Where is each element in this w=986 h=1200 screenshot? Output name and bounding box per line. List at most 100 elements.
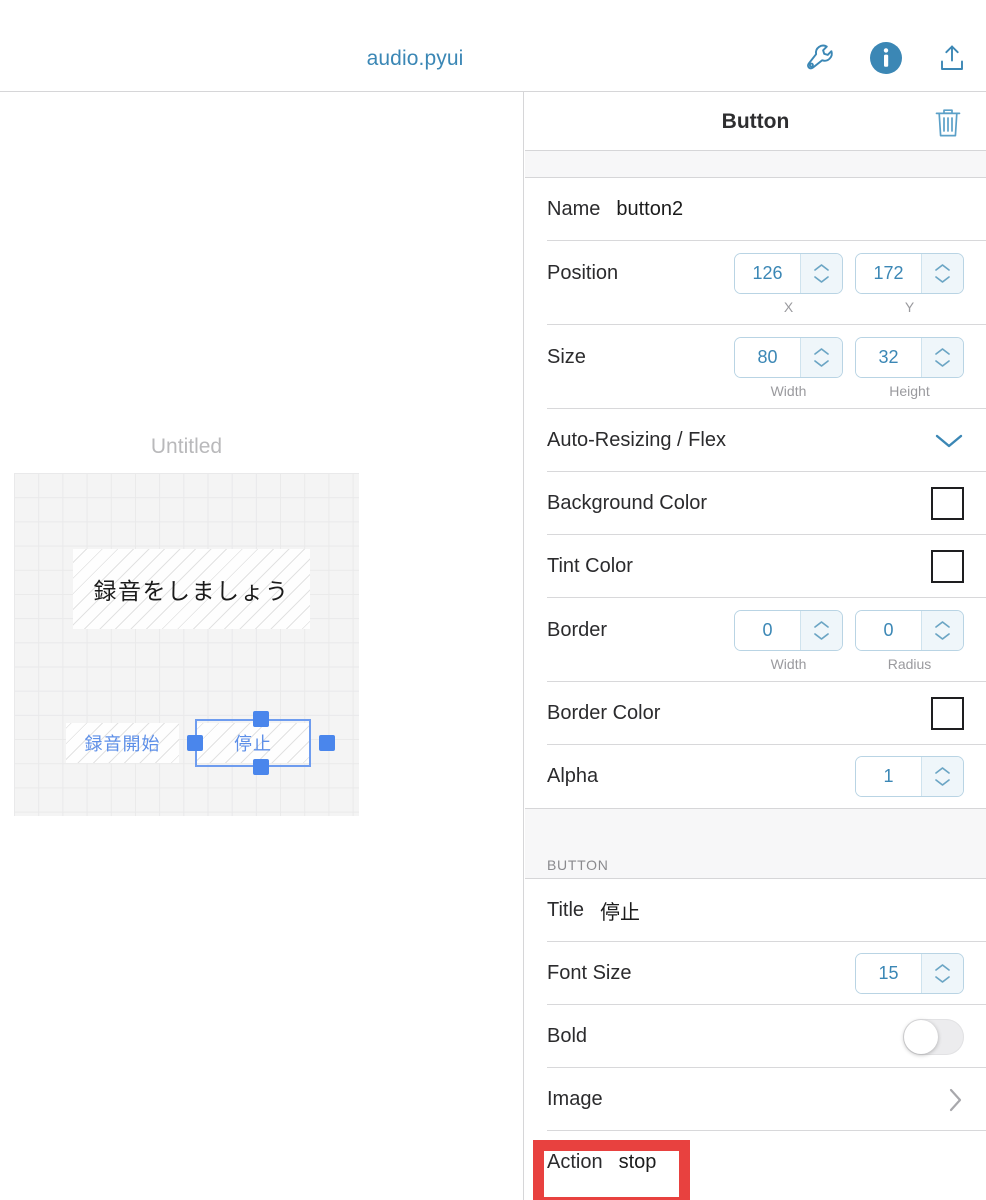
trash-icon[interactable] <box>932 106 964 140</box>
border-width-value[interactable]: 0 <box>735 611 800 650</box>
bold-toggle[interactable] <box>903 1018 964 1055</box>
position-y-value[interactable]: 172 <box>856 254 921 293</box>
row-name-label: Name <box>547 198 601 220</box>
wrench-icon[interactable] <box>804 42 836 74</box>
row-background-color-label: Background Color <box>547 492 708 514</box>
font-size-stepper[interactable]: 15 <box>855 953 964 994</box>
alpha-value[interactable]: 1 <box>856 757 921 796</box>
size-width-arrows[interactable] <box>800 338 842 377</box>
canvas-label-element[interactable]: 録音をしましょう <box>73 549 310 629</box>
button-section-header: BUTTON <box>525 852 986 879</box>
border-radius-caption: Radius <box>887 656 932 672</box>
row-border-color[interactable]: Border Color <box>525 682 986 745</box>
border-color-swatch[interactable] <box>931 697 964 730</box>
resize-handle-left[interactable] <box>187 735 203 751</box>
chevron-up-icon <box>814 264 829 271</box>
chevron-up-icon <box>935 767 950 774</box>
border-width-caption: Width <box>770 656 807 672</box>
row-button-title-label: Title <box>547 899 585 921</box>
row-border-label: Border <box>547 619 608 641</box>
border-width-stepper[interactable]: 0 <box>734 610 843 651</box>
chevron-down-icon <box>935 360 950 367</box>
info-icon[interactable] <box>869 41 903 75</box>
chevron-down-icon[interactable] <box>934 432 964 450</box>
canvas-label-text: 録音をしましょう <box>93 578 290 604</box>
chevron-right-icon[interactable] <box>948 1087 964 1113</box>
row-name[interactable]: Name button2 <box>525 178 986 241</box>
position-y-stepper-wrap: 172 Y <box>855 253 964 315</box>
top-bar: audio.pyui <box>0 0 986 92</box>
border-radius-stepper[interactable]: 0 <box>855 610 964 651</box>
alpha-stepper[interactable]: 1 <box>855 756 964 797</box>
chevron-up-icon <box>935 964 950 971</box>
row-position-label: Position <box>547 262 619 284</box>
border-steppers: 0 Width 0 Radius <box>734 610 964 672</box>
chevron-up-icon <box>814 621 829 628</box>
size-height-arrows[interactable] <box>921 338 963 377</box>
row-action[interactable]: Action stop <box>525 1131 986 1194</box>
size-height-stepper-wrap: 32 Height <box>855 337 964 399</box>
size-width-value[interactable]: 80 <box>735 338 800 377</box>
tint-color-swatch[interactable] <box>931 550 964 583</box>
design-canvas[interactable]: 録音をしましょう 録音開始 停止 <box>14 473 359 816</box>
background-color-swatch[interactable] <box>931 487 964 520</box>
font-size-arrows[interactable] <box>921 954 963 993</box>
chevron-up-icon <box>935 348 950 355</box>
chevron-down-icon <box>935 779 950 786</box>
add-item-icon[interactable] <box>936 42 968 74</box>
chevron-up-icon <box>935 621 950 628</box>
resize-handle-bottom[interactable] <box>253 759 269 775</box>
row-button-title-value[interactable]: 停止 <box>600 896 640 925</box>
row-action-value[interactable]: stop <box>619 1151 657 1174</box>
alpha-arrows[interactable] <box>921 757 963 796</box>
document-title: audio.pyui <box>366 47 464 70</box>
chevron-down-icon <box>935 976 950 983</box>
topbar-actions <box>804 41 968 75</box>
resize-handle-top[interactable] <box>253 711 269 727</box>
chevron-up-icon <box>814 348 829 355</box>
row-position: Position 126 X 172 Y <box>525 241 986 325</box>
position-y-arrows[interactable] <box>921 254 963 293</box>
position-x-arrows[interactable] <box>800 254 842 293</box>
position-x-stepper-wrap: 126 X <box>734 253 843 315</box>
position-steppers: 126 X 172 Y <box>734 253 964 315</box>
row-tint-color[interactable]: Tint Color <box>525 535 986 598</box>
bold-toggle-knob <box>904 1019 938 1054</box>
row-auto-resizing-label: Auto-Resizing / Flex <box>547 429 726 451</box>
row-bold-label: Bold <box>547 1025 588 1047</box>
row-button-title[interactable]: Title 停止 <box>525 879 986 942</box>
size-height-caption: Height <box>889 383 930 399</box>
font-size-value[interactable]: 15 <box>856 954 921 993</box>
resize-handle-right[interactable] <box>319 735 335 751</box>
row-size-label: Size <box>547 346 586 368</box>
row-auto-resizing[interactable]: Auto-Resizing / Flex <box>525 409 986 472</box>
size-height-stepper[interactable]: 32 <box>855 337 964 378</box>
size-height-value[interactable]: 32 <box>856 338 921 377</box>
border-radius-value[interactable]: 0 <box>856 611 921 650</box>
chevron-up-icon <box>935 264 950 271</box>
inspector-section-band-top <box>525 151 986 178</box>
position-x-stepper[interactable]: 126 <box>734 253 843 294</box>
inspector-panel: Button Name button2 Position 126 X 172 Y… <box>525 92 986 1200</box>
position-y-stepper[interactable]: 172 <box>855 253 964 294</box>
canvas-pane: Untitled 録音をしましょう 録音開始 停止 <box>0 92 524 1200</box>
inspector-title: Button <box>721 110 790 133</box>
border-radius-arrows[interactable] <box>921 611 963 650</box>
row-image[interactable]: Image <box>525 1068 986 1131</box>
row-background-color[interactable]: Background Color <box>525 472 986 535</box>
row-name-value[interactable]: button2 <box>616 198 683 221</box>
position-x-value[interactable]: 126 <box>735 254 800 293</box>
size-width-stepper-wrap: 80 Width <box>734 337 843 399</box>
canvas-button-start[interactable]: 録音開始 <box>66 723 179 763</box>
border-width-arrows[interactable] <box>800 611 842 650</box>
row-alpha-label: Alpha <box>547 765 599 787</box>
size-steppers: 80 Width 32 Height <box>734 337 964 399</box>
border-width-stepper-wrap: 0 Width <box>734 610 843 672</box>
row-action-label: Action <box>547 1151 603 1173</box>
size-width-caption: Width <box>770 383 807 399</box>
size-width-stepper[interactable]: 80 <box>734 337 843 378</box>
app-root: audio.pyui Untitled 録音をしましょう 録音開始 停止 But… <box>0 0 986 1200</box>
row-font-size: Font Size 15 <box>525 942 986 1005</box>
canvas-view-title: Untitled <box>150 435 223 458</box>
row-tint-color-label: Tint Color <box>547 555 633 577</box>
